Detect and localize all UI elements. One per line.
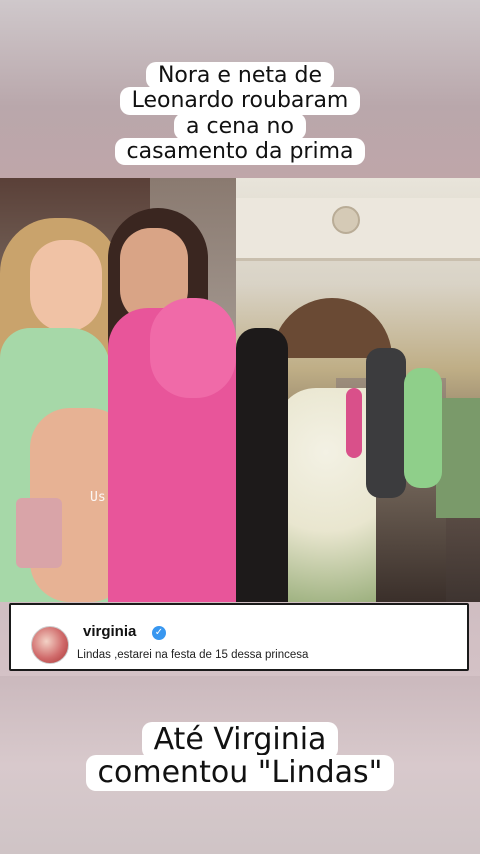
flowers-right (436, 398, 480, 518)
comment-username[interactable]: virginia (83, 623, 136, 640)
caption-top-line-1: Nora e neta de (145, 62, 335, 90)
caption-bottom-line-2: comentou "Lindas" (85, 754, 395, 791)
caption-top-line-4: casamento da prima (114, 137, 366, 166)
church-facade (236, 198, 480, 261)
caption-top-line-2: Leonardo roubaram (119, 87, 361, 115)
bag (16, 498, 62, 568)
comment-text: Lindas ,estarei na festa de 15 dessa pri… (77, 649, 309, 661)
guest-left (236, 328, 288, 602)
pink-ruffle (150, 298, 236, 398)
green-guest (404, 368, 442, 488)
ornament-icon (332, 206, 360, 234)
caption-bottom: Até Virginia comentou "Lindas" (0, 722, 480, 791)
avatar[interactable] (31, 626, 69, 664)
caption-top-line-3: a cena no (174, 112, 306, 140)
caption-bottom-line-1: Até Virginia (141, 722, 339, 759)
caption-top: Nora e neta de Leonardo roubaram a cena … (0, 62, 480, 166)
watermark-text: Us (90, 490, 106, 505)
face-left (30, 240, 102, 332)
photo-right (236, 178, 480, 602)
pink-guest (346, 388, 362, 458)
instagram-comment-card: virginia ✓ Lindas ,estarei na festa de 1… (9, 603, 469, 671)
groom (366, 348, 406, 498)
verified-badge-icon: ✓ (152, 626, 166, 640)
photo-left: Us (0, 178, 236, 602)
